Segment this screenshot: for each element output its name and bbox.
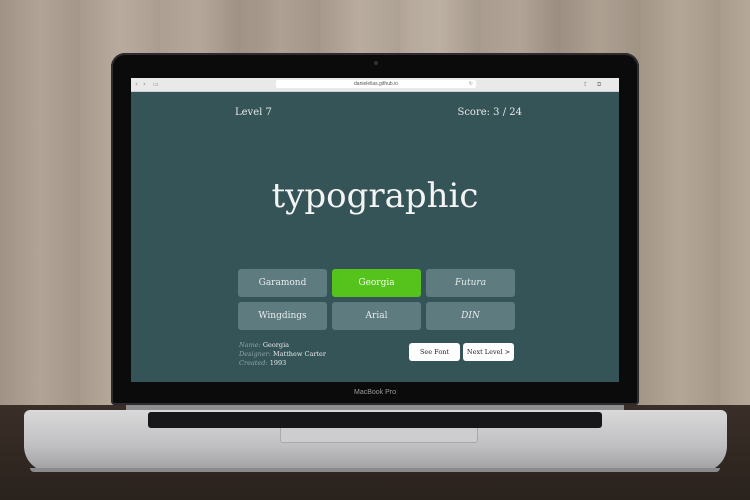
laptop-screen: ‹ › ▭ danielelias.github.io ↻ ⇪ ⧉ Level … [131,78,619,382]
laptop-brand-label: MacBook Pro [353,389,397,396]
option-button-wingdings[interactable]: Wingdings [238,302,327,330]
font-details: Name: Georgia Designer: Matthew Carter C… [239,341,326,368]
chevron-left-icon[interactable]: ‹ [135,80,138,89]
url-text: danielelias.github.io [354,81,398,87]
font-name-row: Name: Georgia [239,341,290,349]
chevron-right-icon[interactable]: › [143,80,146,89]
address-bar[interactable]: danielelias.github.io ↻ [276,80,476,88]
font-created-row: Created: 1993 [239,359,287,367]
option-button-georgia[interactable]: Georgia [332,269,421,297]
score-indicator: Score: 3 / 24 [457,107,522,118]
reload-icon[interactable]: ↻ [469,80,473,88]
tabs-icon[interactable]: ⧉ [597,80,601,89]
see-font-button[interactable]: See Font [409,343,460,361]
option-button-futura[interactable]: Futura [426,269,515,297]
level-indicator: Level 7 [235,107,272,118]
option-button-din[interactable]: DIN [426,302,515,330]
trackpad [280,428,478,443]
share-icon[interactable]: ⇪ [583,80,588,89]
keyboard [148,412,602,428]
font-designer-row: Designer: Matthew Carter [239,350,326,358]
option-button-garamond[interactable]: Garamond [238,269,327,297]
laptop-lid: ‹ › ▭ danielelias.github.io ↻ ⇪ ⧉ Level … [111,53,639,405]
laptop-base-edge [30,468,720,472]
camera-icon [374,61,378,65]
sidebar-icon[interactable]: ▭ [153,80,159,89]
next-level-button[interactable]: Next Level > [463,343,514,361]
browser-toolbar: ‹ › ▭ danielelias.github.io ↻ ⇪ ⧉ [131,78,619,92]
option-button-arial[interactable]: Arial [332,302,421,330]
sample-word: typographic [271,176,479,216]
